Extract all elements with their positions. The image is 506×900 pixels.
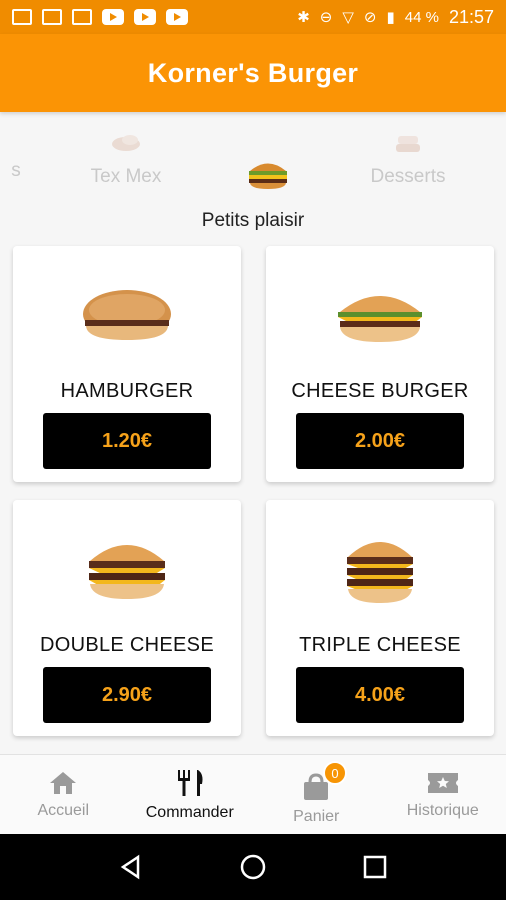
battery-icon: ▮	[386, 9, 395, 26]
tex-mex-icon	[112, 135, 140, 151]
gmail-icon	[72, 9, 92, 25]
app-bar: Korner's Burger	[0, 34, 506, 112]
bluetooth-icon: ✱	[297, 9, 310, 26]
app-title: Korner's Burger	[147, 57, 359, 88]
battery-level: 44 %	[404, 8, 439, 26]
product-name: CHEESE BURGER	[291, 380, 469, 402]
section-title: Petits plaisir	[201, 210, 305, 231]
price-button[interactable]: 1.20€	[43, 413, 211, 469]
product-name: TRIPLE CHEESE	[299, 634, 461, 656]
youtube-icon	[166, 9, 188, 25]
category-desserts[interactable]: Desserts	[366, 130, 450, 188]
nav-historique[interactable]: Historique	[380, 755, 506, 834]
hamburger-image	[83, 290, 171, 340]
product-card[interactable]: HAMBURGER 1.20€	[13, 246, 241, 482]
status-bar: ✱ ⊖ ▽ ⊘ ▮ 44 % 21:57	[0, 0, 506, 34]
do-not-disturb-icon: ⊖	[319, 9, 333, 26]
youtube-icon	[102, 9, 124, 25]
product-name: HAMBURGER	[60, 380, 194, 402]
double-cheese-image	[89, 545, 165, 599]
nav-label: Commander	[145, 803, 234, 821]
product-card[interactable]: CHEESE BURGER 2.00€	[266, 246, 494, 482]
price-button[interactable]: 2.90€	[43, 667, 211, 723]
nav-label: Panier	[293, 807, 340, 825]
nav-commander[interactable]: Commander	[127, 755, 254, 834]
price-button[interactable]: 2.00€	[296, 413, 464, 469]
home-icon	[50, 771, 77, 794]
nav-label: Accueil	[37, 801, 90, 819]
product-card[interactable]: TRIPLE CHEESE 4.00€	[266, 500, 494, 736]
category-label: Desserts	[370, 166, 446, 187]
category-tex-mex[interactable]: Tex Mex	[88, 130, 164, 188]
burger-icon	[249, 163, 287, 189]
no-sim-icon: ⊘	[363, 9, 377, 26]
nav-panier[interactable]: 0 Panier	[253, 755, 380, 834]
price-button[interactable]: 4.00€	[296, 667, 464, 723]
recents-icon[interactable]	[362, 854, 388, 880]
category-label: s	[11, 160, 21, 181]
category-label: Tex Mex	[90, 166, 162, 187]
ticket-icon	[427, 772, 458, 793]
system-navigation-bar	[0, 834, 506, 900]
home-circle-icon[interactable]	[239, 853, 267, 881]
bottom-navigation: Accueil Commander 0 Panier Historique	[0, 754, 506, 834]
dessert-icon	[396, 136, 420, 152]
triple-cheese-image	[347, 542, 413, 603]
category-partial[interactable]: s	[0, 130, 36, 182]
fork-knife-icon	[177, 769, 203, 796]
cart-count-badge: 0	[323, 761, 347, 785]
nav-accueil[interactable]: Accueil	[0, 755, 127, 834]
product-name: DOUBLE CHEESE	[40, 634, 214, 656]
wifi-icon: ▽	[342, 9, 354, 26]
clock: 21:57	[448, 6, 494, 27]
cheeseburger-image	[338, 296, 422, 342]
back-icon[interactable]	[118, 854, 144, 880]
category-burgers[interactable]	[242, 130, 294, 200]
gmail-icon	[12, 9, 32, 25]
youtube-icon	[134, 9, 156, 25]
food-icon	[0, 130, 36, 156]
nav-label: Historique	[406, 801, 479, 819]
category-carousel[interactable]: s Tex Mex Desserts	[0, 112, 506, 200]
product-card[interactable]: DOUBLE CHEESE 2.90€	[13, 500, 241, 736]
mail-icon	[42, 9, 62, 25]
